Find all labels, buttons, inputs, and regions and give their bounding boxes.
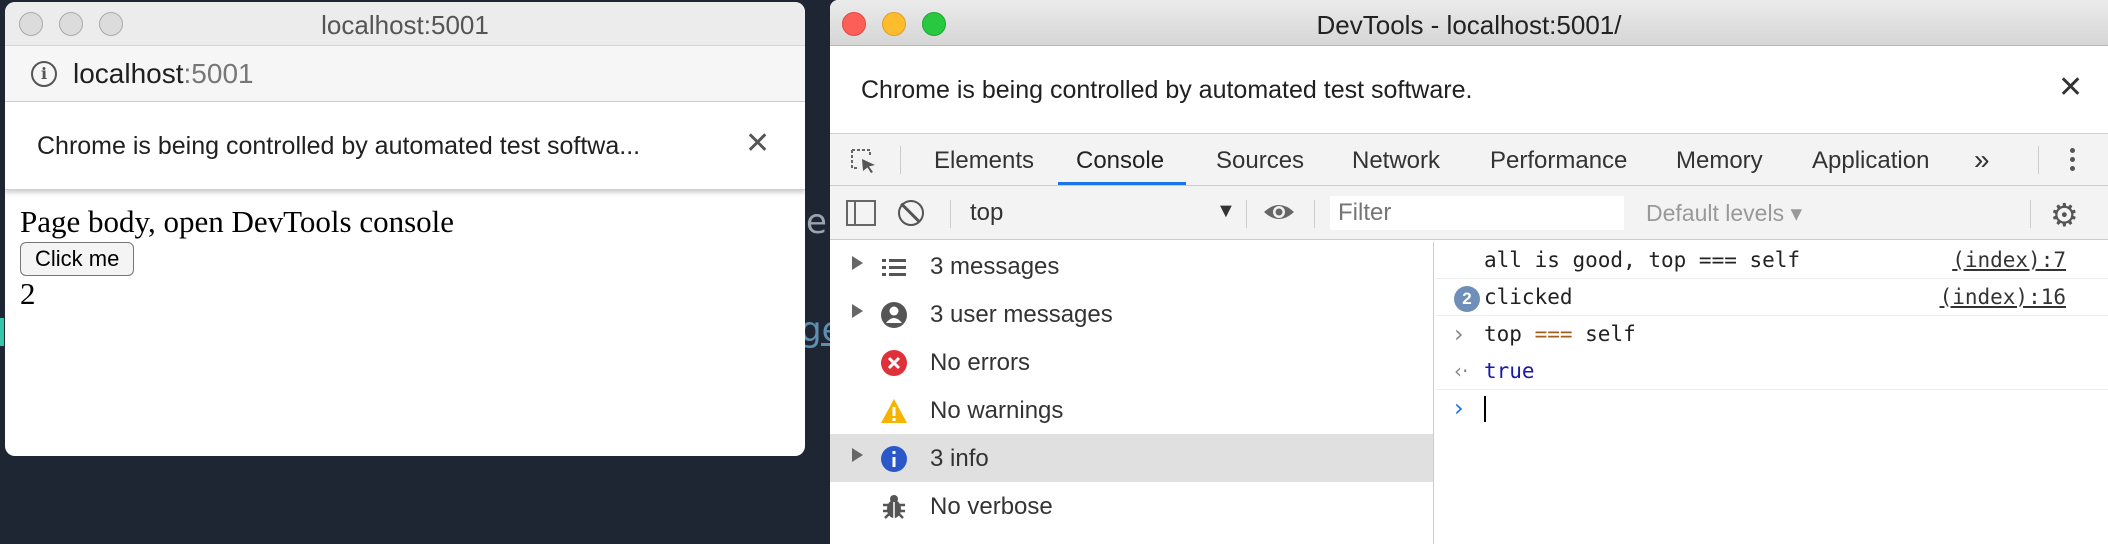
error-icon [881,350,907,376]
inspect-element-icon[interactable] [850,148,878,174]
console-input-text: top === self [1484,322,1636,346]
active-tab-indicator [1058,182,1186,185]
address-bar[interactable]: i localhost:5001 [5,46,805,102]
user-icon [881,302,907,328]
console-result-value: true [1484,359,1535,383]
console-message-text: clicked [1484,285,1573,309]
devtools-menu-icon[interactable] [2070,148,2075,175]
automation-infobar: Chrome is being controlled by automated … [5,102,805,190]
automation-infobar-text: Chrome is being controlled by automated … [861,76,1473,104]
sidebar-item-warnings[interactable]: No warnings [830,386,1433,434]
console-settings-gear-icon[interactable]: ⚙ [2050,196,2079,234]
list-icon [882,259,906,276]
sidebar-toggle-icon[interactable] [846,200,876,226]
sidebar-item-label: No errors [930,349,1031,376]
devtools-title: DevTools - localhost:5001/ [1316,10,1622,40]
automation-infobar: Chrome is being controlled by automated … [830,46,2108,134]
console-source-link[interactable]: (index):16 [1940,285,2066,309]
console-input-echo: › top === self [1436,316,2108,353]
site-info-icon[interactable]: i [31,61,57,87]
browser-window: localhost:5001 i localhost:5001 Chrome i… [5,2,805,456]
infobar-close-icon[interactable]: ✕ [2058,70,2083,105]
sidebar-item-label: 3 messages [930,253,1060,280]
click-count: 2 [20,276,36,311]
automation-infobar-text: Chrome is being controlled by automated … [37,132,641,160]
text-caret [1484,396,1486,422]
input-part-b: self [1572,322,1636,346]
sidebar-item-user-messages[interactable]: 3 user messages [830,290,1433,338]
sidebar-item-label: No verbose [930,493,1053,520]
page-content: Page body, open DevTools console Click m… [5,190,805,312]
tab-application[interactable]: Application [1812,147,1929,175]
context-dropdown-icon[interactable]: ▼ [1216,200,1236,223]
sidebar-item-info[interactable]: 3 info [830,434,1433,482]
devtools-titlebar: DevTools - localhost:5001/ [830,0,2108,46]
sidebar-item-verbose[interactable]: No verbose [830,482,1433,530]
tab-memory[interactable]: Memory [1676,147,1763,175]
console-message: all is good, top === self (index):7 [1436,242,2108,279]
toolbar-separator [1246,200,1247,228]
result-arrow-icon: ‹· [1454,359,1469,383]
url-host: localhost [73,58,184,89]
input-chevron-icon: › [1454,320,1464,348]
page-body-text: Page body, open DevTools console [20,204,455,239]
tab-performance[interactable]: Performance [1490,147,1627,175]
sidebar-item-label: 3 user messages [930,301,1113,328]
console-body: 3 messages 3 user messages No errors No … [830,242,2108,544]
devtools-window: DevTools - localhost:5001/ Chrome is bei… [830,0,2108,544]
infobar-close-icon[interactable]: ✕ [745,126,770,161]
tab-sources[interactable]: Sources [1216,147,1304,175]
browser-title: localhost:5001 [321,10,489,40]
expand-arrow-icon[interactable] [852,448,863,462]
prompt-chevron-icon: › [1454,394,1464,422]
console-toolbar: top ▼ Default levels ▾ ⚙ [830,186,2108,240]
more-tabs-button[interactable]: » [1974,144,1990,176]
warning-icon [881,399,907,423]
input-operator: === [1534,322,1573,346]
click-me-button[interactable]: Click me [20,242,135,276]
sidebar-item-messages[interactable]: 3 messages [830,242,1433,290]
browser-titlebar: localhost:5001 [5,2,805,46]
tab-console[interactable]: Console [1076,147,1164,175]
toolbar-separator [950,200,951,228]
tab-separator [2038,146,2039,174]
tab-separator [900,146,901,174]
toolbar-separator [2030,200,2031,228]
live-expression-eye-icon[interactable] [1262,200,1296,224]
toolbar-separator [1314,200,1315,228]
background-editor-text: e [806,202,827,242]
console-prompt[interactable]: › [1436,390,2108,427]
context-selector[interactable]: top [970,199,1003,227]
tab-elements[interactable]: Elements [934,147,1034,175]
url-port: :5001 [183,58,254,89]
console-message: 2 clicked (index):16 [1436,279,2108,316]
console-message-text: all is good, top === self [1484,248,1801,272]
console-source-link[interactable]: (index):7 [1952,248,2066,272]
console-filter-input[interactable] [1330,196,1624,230]
log-levels-dropdown[interactable]: Default levels ▾ [1646,200,1802,227]
input-part-a: top [1484,322,1535,346]
clear-console-icon[interactable] [898,200,924,226]
expand-arrow-icon[interactable] [852,304,863,318]
console-output: all is good, top === self (index):7 2 cl… [1436,242,2108,544]
sidebar-item-label: No warnings [930,397,1064,424]
background-accent-bar [0,318,4,346]
expand-arrow-icon[interactable] [852,256,863,270]
sidebar-item-errors[interactable]: No errors [830,338,1433,386]
console-result: ‹· true [1436,353,2108,390]
repeat-count-badge: 2 [1454,286,1480,312]
devtools-tab-bar: Elements Console Sources Network Perform… [830,134,2108,186]
tab-network[interactable]: Network [1352,147,1440,175]
console-sidebar: 3 messages 3 user messages No errors No … [830,242,1434,544]
info-icon [881,446,907,472]
bug-icon [883,495,905,519]
sidebar-item-label: 3 info [930,445,989,472]
url-text[interactable]: localhost:5001 [73,58,254,90]
